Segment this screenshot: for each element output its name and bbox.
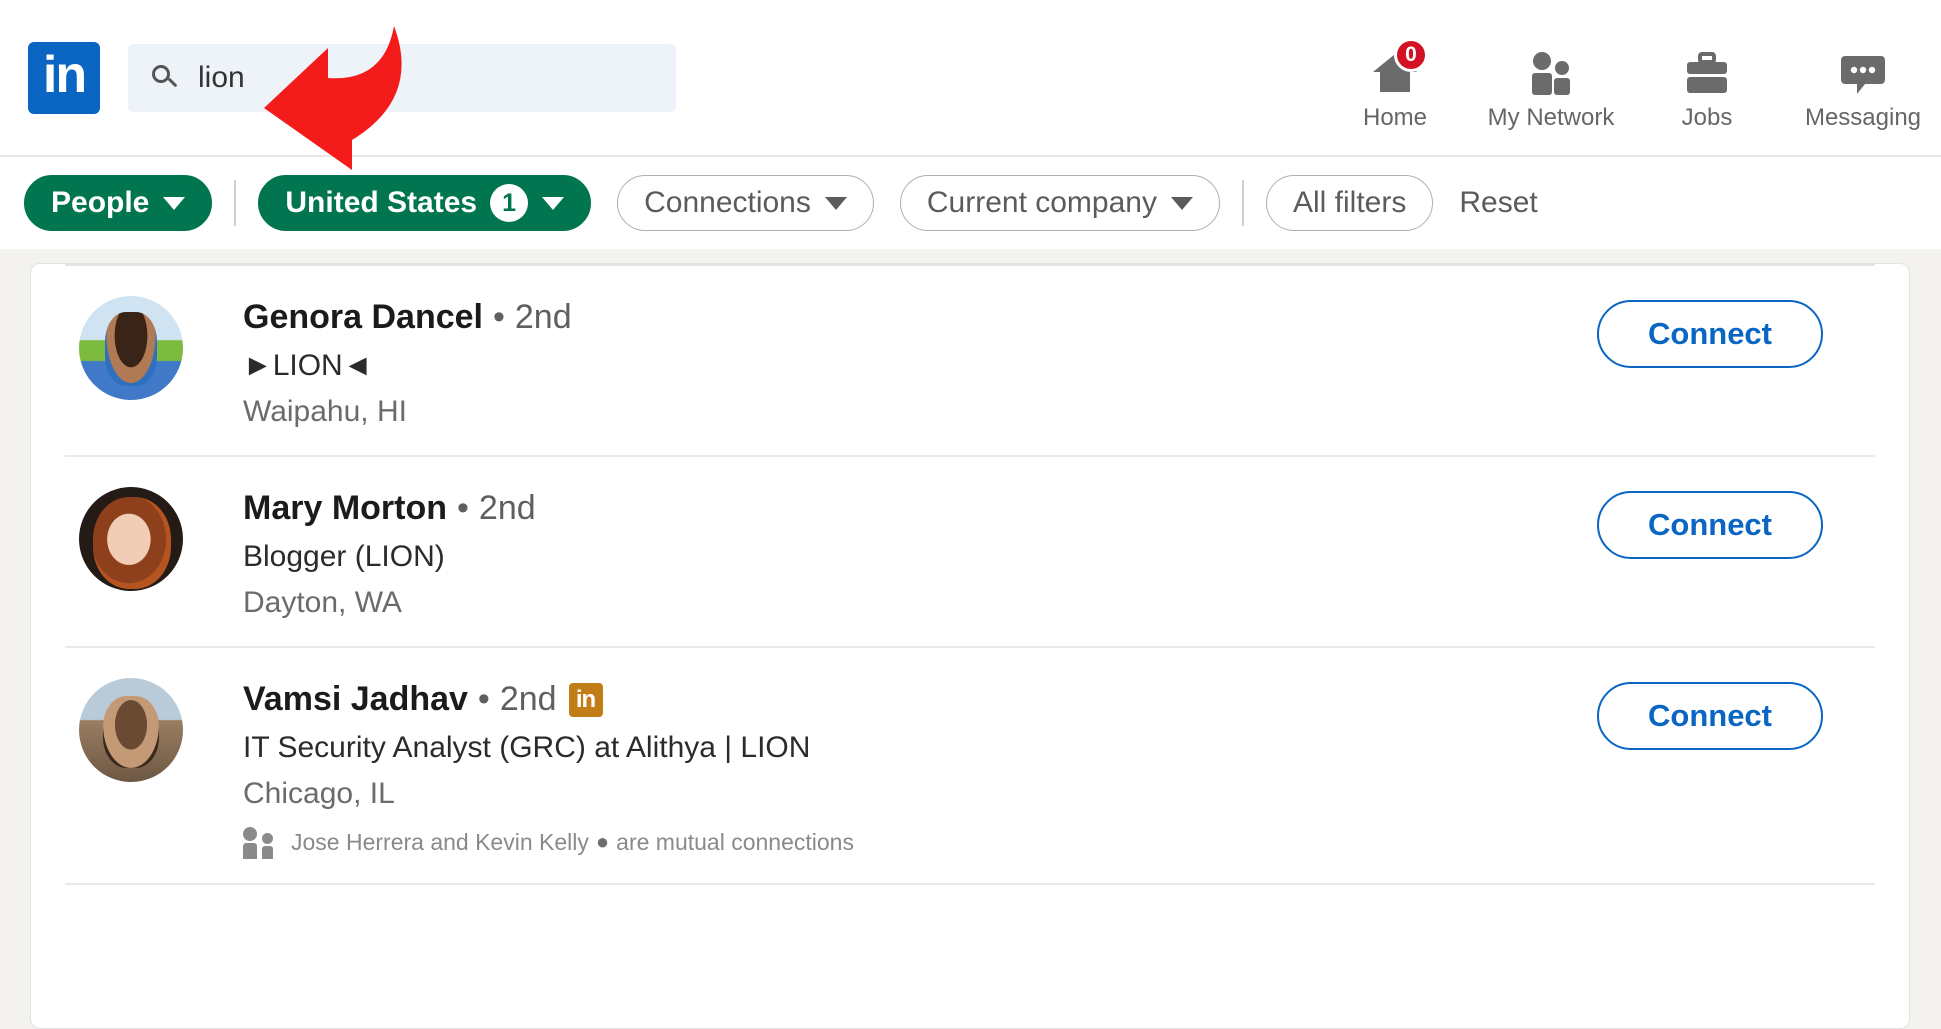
top-navigation-bar: in lion 0 Home My Network Jobs Messaging xyxy=(0,0,1941,170)
people-icon xyxy=(243,827,277,859)
nav-item-my-network[interactable]: My Network xyxy=(1473,26,1629,132)
nav-left-group: in lion xyxy=(0,41,676,114)
chevron-down-icon xyxy=(824,196,847,210)
result-location: Chicago, IL xyxy=(243,777,395,810)
filter-pill-people[interactable]: People xyxy=(24,175,213,231)
mutual-connection-names[interactable]: Jose Herrera and Kevin Kelly xyxy=(291,829,589,856)
connection-degree: 2nd xyxy=(499,680,557,718)
result-name[interactable]: Genora Dancel xyxy=(243,298,483,337)
nav-label-home: Home xyxy=(1362,103,1428,131)
filter-pill-united-states[interactable]: United States 1 xyxy=(258,175,592,231)
result-location: Dayton, WA xyxy=(243,586,402,619)
mutual-connection-suffix: are mutual connections xyxy=(616,828,854,855)
filter-pill-current-company-label: Current company xyxy=(926,186,1157,219)
connection-degree: 2nd xyxy=(514,298,572,336)
chevron-down-icon xyxy=(542,196,565,210)
premium-badge-icon: in xyxy=(568,682,603,717)
avatar[interactable] xyxy=(79,487,183,591)
avatar[interactable] xyxy=(79,678,183,782)
speech-bubble-icon: ● xyxy=(595,829,610,854)
result-location: Waipahu, HI xyxy=(243,395,407,428)
filter-pill-connections[interactable]: Connections xyxy=(617,175,874,231)
reset-filters-link[interactable]: Reset xyxy=(1459,186,1537,220)
nav-item-messaging[interactable]: Messaging xyxy=(1785,26,1941,132)
connect-button[interactable]: Connect xyxy=(1597,682,1823,750)
chevron-down-icon xyxy=(1170,196,1193,210)
search-result-row[interactable]: Mary Morton • 2nd Blogger (LION) Dayton,… xyxy=(65,457,1875,648)
messaging-icon xyxy=(1832,40,1894,98)
chevron-down-icon xyxy=(163,196,186,210)
result-name[interactable]: Vamsi Jadhav xyxy=(243,680,468,719)
mutual-connections-line: Jose Herrera and Kevin Kelly ● are mutua… xyxy=(243,827,1875,859)
nav-item-jobs[interactable]: Jobs xyxy=(1629,26,1785,132)
nav-label-my-network: My Network xyxy=(1487,103,1615,131)
filter-pill-united-states-count: 1 xyxy=(490,184,529,222)
search-input[interactable]: lion xyxy=(128,43,676,112)
briefcase-icon xyxy=(1676,40,1738,98)
filter-pill-current-company[interactable]: Current company xyxy=(899,175,1220,231)
search-input-value: lion xyxy=(198,60,245,94)
nav-right-group: 0 Home My Network Jobs Messaging xyxy=(1317,0,1941,157)
search-results-region: Genora Dancel • 2nd ►LION◄ Waipahu, HI C… xyxy=(0,249,1941,1029)
search-result-row[interactable]: Genora Dancel • 2nd ►LION◄ Waipahu, HI C… xyxy=(65,266,1875,457)
search-result-row[interactable]: Vamsi Jadhav • 2nd in IT Security Analys… xyxy=(65,648,1875,885)
filter-pill-connections-label: Connections xyxy=(644,186,811,219)
connection-degree: 2nd xyxy=(478,489,536,527)
filter-pill-people-label: People xyxy=(51,186,150,219)
search-results-list: Genora Dancel • 2nd ►LION◄ Waipahu, HI C… xyxy=(30,263,1910,1029)
result-name[interactable]: Mary Morton xyxy=(243,489,447,528)
linkedin-logo[interactable]: in xyxy=(28,41,100,114)
connect-button[interactable]: Connect xyxy=(1597,300,1823,368)
separator-dot: • xyxy=(477,680,490,718)
nav-item-home[interactable]: 0 Home xyxy=(1317,26,1473,132)
search-icon xyxy=(152,64,178,91)
my-network-icon xyxy=(1520,40,1582,98)
separator-dot: • xyxy=(492,298,505,336)
nav-label-jobs: Jobs xyxy=(1681,103,1733,131)
separator-dot: • xyxy=(457,489,469,527)
filter-divider-2 xyxy=(1241,180,1244,226)
filter-pill-all-filters-label: All filters xyxy=(1292,186,1407,219)
avatar[interactable] xyxy=(79,296,183,400)
nav-label-messaging: Messaging xyxy=(1804,103,1922,131)
home-icon: 0 xyxy=(1364,37,1428,98)
filter-divider-1 xyxy=(234,180,237,226)
linkedin-logo-text: in xyxy=(42,45,87,104)
connect-button[interactable]: Connect xyxy=(1597,491,1823,559)
home-notification-badge: 0 xyxy=(1394,37,1428,72)
filter-bar: People United States 1 Connections Curre… xyxy=(0,157,1941,249)
filter-pill-united-states-label: United States xyxy=(285,186,478,219)
filter-pill-all-filters[interactable]: All filters xyxy=(1265,175,1434,231)
